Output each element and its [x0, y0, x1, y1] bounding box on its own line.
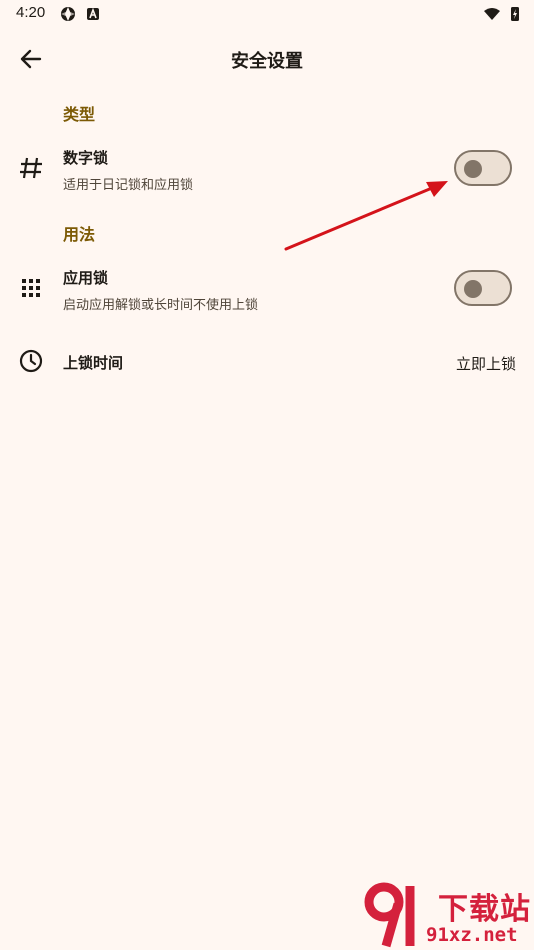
- app-lock-setting[interactable]: 应用锁 启动应用解锁或长时间不使用上锁: [0, 256, 534, 320]
- number-lock-subtitle: 适用于日记锁和应用锁: [63, 178, 194, 193]
- app-lock-subtitle: 启动应用解锁或长时间不使用上锁: [63, 298, 259, 313]
- page-title: 安全设置: [231, 51, 303, 72]
- toggle-thumb: [464, 280, 482, 298]
- hash-icon: [20, 157, 42, 179]
- aperture-icon: [61, 7, 75, 21]
- top-app-bar: 安全设置: [0, 36, 534, 82]
- watermark-url: 91xz.net: [426, 924, 518, 946]
- watermark-title: 下载站: [438, 892, 531, 927]
- status-bar: 4:20: [0, 0, 534, 28]
- number-lock-toggle[interactable]: [454, 150, 512, 186]
- app-lock-toggle[interactable]: [454, 270, 512, 306]
- lock-time-title: 上锁时间: [63, 354, 124, 372]
- app-lock-title: 应用锁: [63, 269, 109, 287]
- battery-charging-icon: [511, 7, 519, 21]
- toggle-thumb: [464, 160, 482, 178]
- number-lock-title: 数字锁: [63, 149, 109, 167]
- section-header-usage: 用法: [63, 225, 96, 244]
- notification-app-icon: [87, 7, 99, 20]
- lock-time-value: 立即上锁: [455, 355, 516, 373]
- section-header-type: 类型: [63, 105, 96, 124]
- clock-icon: [19, 349, 43, 373]
- logo-mark-icon: [364, 882, 415, 948]
- grid-icon: [22, 279, 40, 297]
- status-time: 4:20: [16, 4, 46, 21]
- lock-time-setting[interactable]: 上锁时间 立即上锁: [0, 336, 534, 388]
- wifi-icon: [484, 8, 500, 20]
- number-lock-setting[interactable]: 数字锁 适用于日记锁和应用锁: [0, 136, 534, 200]
- watermark-logo: 下载站 91xz.net: [360, 880, 534, 950]
